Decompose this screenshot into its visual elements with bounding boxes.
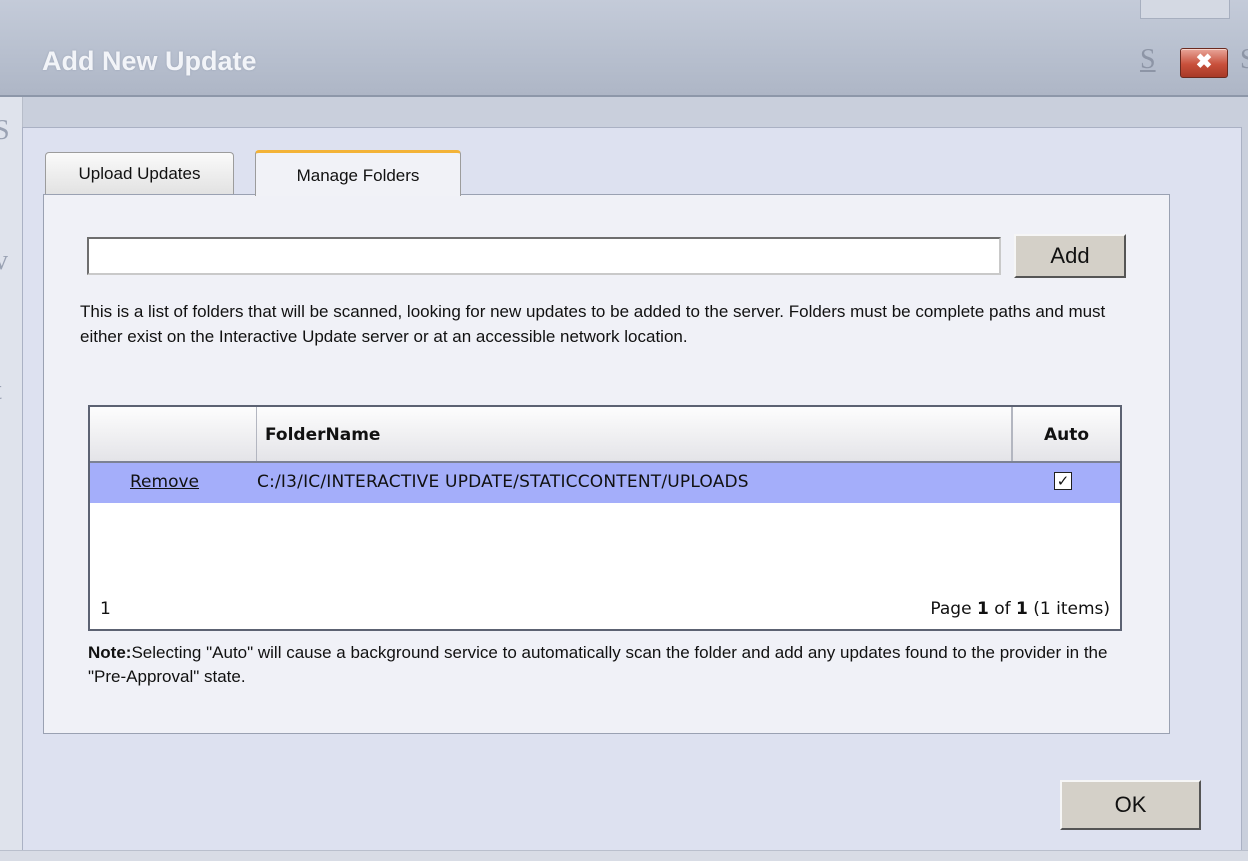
column-header-foldername[interactable]: FolderName <box>257 407 1012 461</box>
auto-checkbox[interactable]: ✓ <box>1054 472 1072 490</box>
table-row[interactable]: Remove C:/I3/IC/INTERACTIVE UPDATE/STATI… <box>90 463 1120 503</box>
background-app-glyph: S <box>1240 44 1248 75</box>
folder-path-input[interactable] <box>87 237 1001 275</box>
add-button[interactable]: Add <box>1014 234 1126 278</box>
note-label: Note: <box>88 643 132 662</box>
tab-manage-folders[interactable]: Manage Folders <box>255 150 461 196</box>
tab-label: Manage Folders <box>296 166 420 185</box>
ok-button-label: OK <box>1114 792 1147 817</box>
pager-info: Page 1 of 1 (1 items) <box>930 599 1110 619</box>
note-text: Selecting "Auto" will cause a background… <box>88 643 1108 686</box>
background-app-box <box>1140 0 1230 19</box>
remove-link[interactable]: Remove <box>130 472 199 492</box>
column-header-auto[interactable]: Auto <box>1012 407 1120 461</box>
pager-count: 1 <box>100 599 111 619</box>
ok-button[interactable]: OK <box>1060 780 1201 830</box>
dialog-titlebar: S S Add New Update ✖ <box>0 0 1248 97</box>
background-app-glyph: v <box>0 245 8 276</box>
auto-note: Note:Selecting "Auto" will cause a backg… <box>88 641 1138 689</box>
column-header-actions <box>90 407 257 461</box>
folder-name-cell: C:/I3/IC/INTERACTIVE UPDATE/STATICCONTEN… <box>257 472 749 492</box>
add-button-label: Add <box>1050 243 1090 268</box>
dialog-body: Upload Updates Manage Folders Add This i… <box>22 127 1242 853</box>
background-app-edge: S v t <box>0 95 23 861</box>
background-app-bottom <box>0 850 1248 861</box>
folder-description: This is a list of folders that will be s… <box>80 302 1106 346</box>
manage-folders-panel: Add This is a list of folders that will … <box>43 194 1170 734</box>
background-app-glyph: S <box>0 115 10 146</box>
dialog-title: Add New Update <box>42 46 257 76</box>
folders-grid: FolderName Auto Remove C:/I3/IC/INTERACT… <box>88 405 1122 631</box>
close-x-icon: ✖ <box>1195 51 1213 73</box>
background-app-glyph: S <box>1140 44 1156 75</box>
close-button[interactable]: ✖ <box>1180 48 1228 78</box>
tab-upload-updates[interactable]: Upload Updates <box>45 152 234 194</box>
grid-header: FolderName Auto <box>90 407 1120 463</box>
checkmark-icon: ✓ <box>1056 472 1070 490</box>
background-app-glyph: t <box>0 375 2 407</box>
tab-label: Upload Updates <box>78 164 201 183</box>
